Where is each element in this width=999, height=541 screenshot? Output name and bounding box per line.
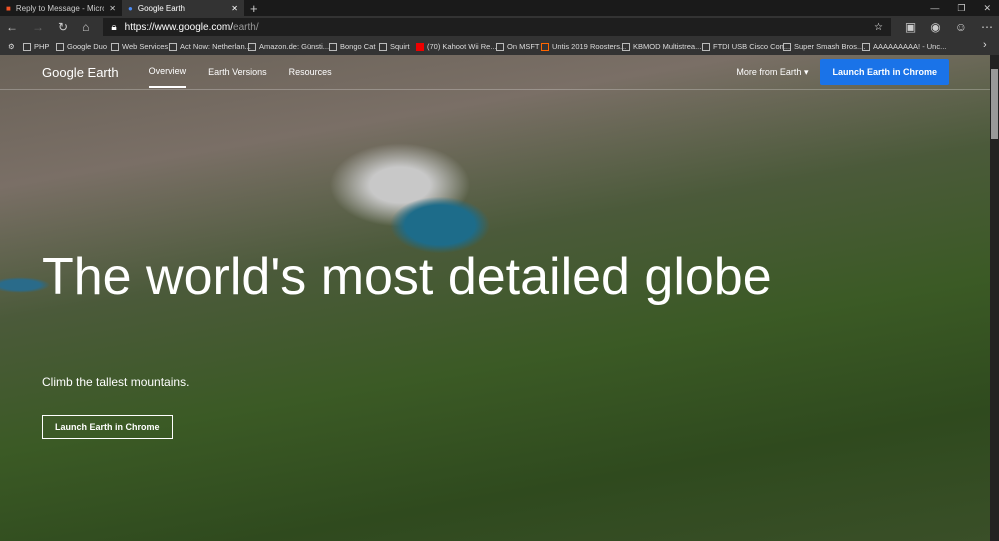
menu-icon[interactable]: ⋯ [981,20,993,34]
bookmark-item[interactable]: Squirt [379,42,410,52]
forward-button[interactable]: → [32,20,44,34]
address-bar[interactable]: 🔒︎ https://www.google.com/earth/☆ [103,18,891,36]
bookmark-item[interactable]: Web Services [111,42,168,52]
star-icon[interactable]: ☆ [874,22,883,33]
microsoft-icon: ■ [6,3,11,13]
hero-subtitle: Climb the tallest mountains. [42,375,190,389]
bookmark-item[interactable]: AAAAAAAAA! - Unc... [862,42,946,52]
bookmarks-bar: ⚙ PHP Google Duo Web Services Act Now: N… [0,38,999,55]
extension-icon[interactable]: ▣ [905,20,916,34]
scrollbar[interactable] [990,55,999,541]
bookmark-item[interactable]: Amazon.de: Günsti... [248,42,329,52]
emoji-icon[interactable]: ☺ [955,20,967,34]
nav-resources[interactable]: Resources [289,57,332,87]
bookmark-item[interactable]: Act Now: Netherlan... [169,42,251,52]
more-from-earth-dropdown[interactable]: More from Earth ▾ [736,67,808,78]
lock-icon: 🔒︎ [111,21,117,33]
tab-google-earth[interactable]: ● Google Earth ✕ [122,0,244,16]
bookmark-item[interactable]: (70) Kahoot Wii Re... [416,42,497,52]
chevron-right-icon[interactable]: › [983,39,987,51]
minimize-button[interactable]: — [930,3,939,14]
close-icon[interactable]: ✕ [109,4,116,13]
hero-launch-button[interactable]: Launch Earth in Chrome [42,415,173,439]
edge-icon[interactable]: ⚙ [8,42,15,51]
bookmark-item[interactable]: Bongo Cat [329,42,375,52]
site-nav: Google Earth Overview Earth Versions Res… [0,55,999,90]
bookmark-item[interactable]: FTDI USB Cisco Con... [702,42,790,52]
restore-button[interactable]: ❐ [957,3,965,14]
new-tab-button[interactable]: + [244,1,264,16]
refresh-button[interactable]: ↻ [58,20,68,34]
bookmark-item[interactable]: Untis 2019 Roosters... [541,42,626,52]
tab-strip: ■Reply to Message - Microsoft Te✕ ●Googl… [0,0,999,16]
home-button[interactable]: ⌂ [82,20,89,34]
nav-overview[interactable]: Overview [148,56,187,88]
back-button[interactable]: ← [6,20,18,34]
bookmark-item[interactable]: KBMOD Multistrea... [622,42,701,52]
bookmark-item[interactable]: Super Smash Bros.... [783,42,865,52]
close-icon[interactable]: ✕ [231,4,238,13]
hero-section: Google Earth Overview Earth Versions Res… [0,55,999,541]
globe-icon: ● [128,3,133,13]
google-earth-logo[interactable]: Google Earth [42,65,119,80]
nav-earth-versions[interactable]: Earth Versions [208,57,267,87]
bookmark-item[interactable]: Google Duo [56,42,107,52]
browser-toolbar: ← → ↻ ⌂ 🔒︎ https://www.google.com/earth/☆… [0,16,999,38]
bookmark-item[interactable]: PHP [23,42,49,52]
profile-avatar[interactable]: ◉ [930,20,940,34]
close-window-button[interactable]: ✕ [983,3,991,14]
hero-title: The world's most detailed globe [42,248,772,306]
bookmark-item[interactable]: On MSFT [496,42,540,52]
tab-reply-to-message[interactable]: ■Reply to Message - Microsoft Te✕ [0,0,122,16]
launch-earth-button[interactable]: Launch Earth in Chrome [820,59,949,85]
